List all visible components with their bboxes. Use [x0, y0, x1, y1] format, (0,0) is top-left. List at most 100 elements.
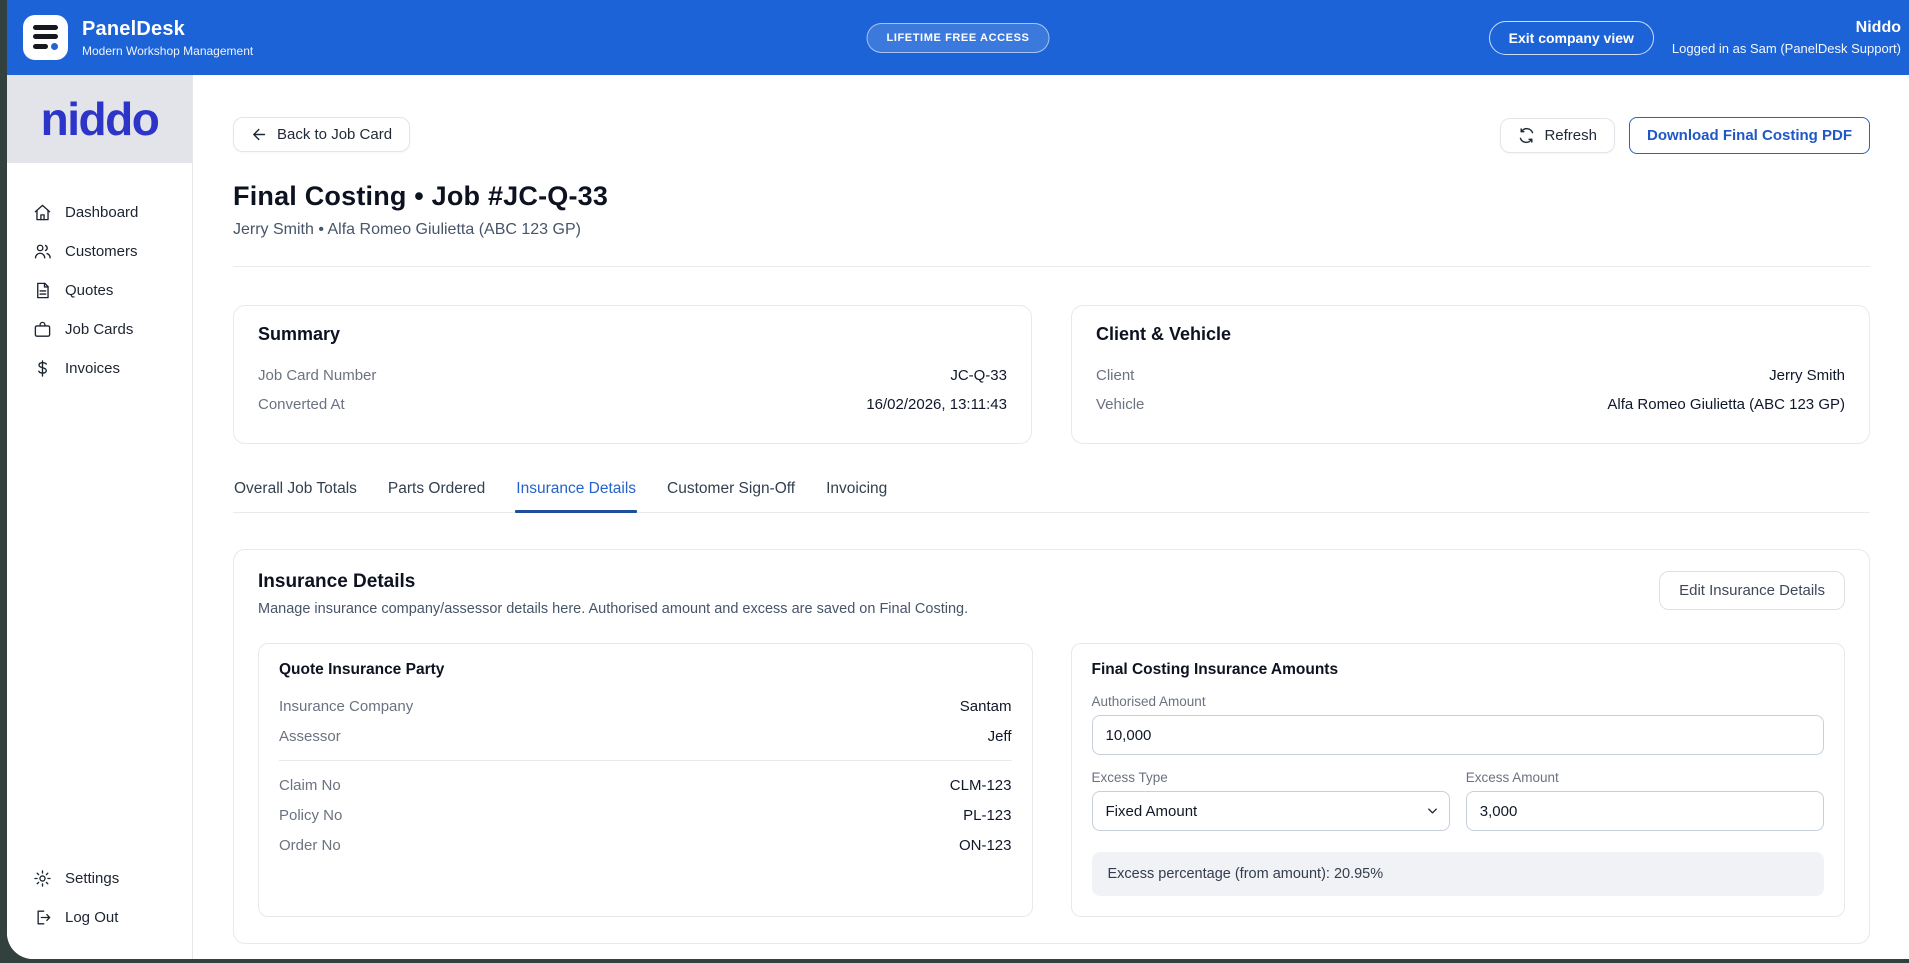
dollar-icon [33, 359, 52, 378]
summary-row-converted-at: Converted At 16/02/2026, 13:11:43 [258, 390, 1007, 419]
sidebar-item-label: Quotes [65, 282, 113, 299]
arrow-left-icon [251, 126, 268, 143]
claim-no-row: Claim No CLM-123 [279, 770, 1012, 800]
topbar: PanelDesk Modern Workshop Management LIF… [7, 0, 1909, 75]
excess-type-select[interactable]: Fixed Amount [1092, 791, 1450, 831]
client-row: Client Jerry Smith [1096, 361, 1845, 390]
niddo-wordmark: niddo [41, 96, 159, 142]
exit-company-view-button[interactable]: Exit company view [1489, 21, 1654, 55]
briefcase-icon [33, 320, 52, 339]
back-to-job-card-button[interactable]: Back to Job Card [233, 117, 410, 152]
summary-card-title: Summary [258, 324, 1007, 345]
tab-parts-ordered[interactable]: Parts Ordered [387, 478, 486, 512]
logged-in-as: Logged in as Sam (PanelDesk Support) [1672, 41, 1901, 57]
quote-insurance-party-card: Quote Insurance Party Insurance Company … [258, 643, 1033, 917]
excess-percentage-note: Excess percentage (from amount): 20.95% [1092, 852, 1825, 896]
excess-type-label: Excess Type [1092, 770, 1450, 785]
row-value: 16/02/2026, 13:11:43 [866, 396, 1007, 413]
row-value: Jeff [988, 728, 1012, 745]
users-icon [33, 242, 52, 261]
brand-tagline: Modern Workshop Management [82, 44, 253, 58]
sidebar: niddo Dashboard Customers Quotes Job Ca [7, 75, 193, 959]
document-icon [33, 281, 52, 300]
authorised-amount-label: Authorised Amount [1092, 694, 1825, 709]
row-label: Insurance Company [279, 698, 413, 715]
sidebar-item-label: Customers [65, 243, 138, 260]
row-value: Jerry Smith [1769, 367, 1845, 384]
app-window: PanelDesk Modern Workshop Management LIF… [7, 0, 1909, 959]
edit-insurance-details-button[interactable]: Edit Insurance Details [1659, 571, 1845, 610]
sidebar-item-dashboard[interactable]: Dashboard [7, 193, 192, 232]
row-label: Order No [279, 837, 341, 854]
sidebar-item-job-cards[interactable]: Job Cards [7, 310, 192, 349]
insurance-amounts-title: Final Costing Insurance Amounts [1092, 661, 1825, 679]
sidebar-item-settings[interactable]: Settings [7, 859, 192, 898]
excess-amount-label: Excess Amount [1466, 770, 1824, 785]
back-button-label: Back to Job Card [277, 126, 392, 143]
account-name: Niddo [1672, 18, 1901, 38]
sidebar-item-label: Log Out [65, 909, 118, 926]
sidebar-bottom-nav: Settings Log Out [7, 845, 192, 959]
row-label: Claim No [279, 777, 341, 794]
brand-name: PanelDesk [82, 18, 253, 41]
row-label: Converted At [258, 396, 345, 413]
sidebar-item-log-out[interactable]: Log Out [7, 898, 192, 937]
brand: PanelDesk Modern Workshop Management [23, 15, 253, 60]
row-label: Job Card Number [258, 367, 376, 384]
sidebar-item-label: Settings [65, 870, 119, 887]
row-value: CLM-123 [950, 777, 1012, 794]
row-label: Client [1096, 367, 1134, 384]
divider [233, 266, 1870, 267]
authorised-amount-input[interactable] [1092, 715, 1825, 755]
client-vehicle-card-title: Client & Vehicle [1096, 324, 1845, 345]
final-costing-insurance-amounts-card: Final Costing Insurance Amounts Authoris… [1071, 643, 1846, 917]
tab-overall-job-totals[interactable]: Overall Job Totals [233, 478, 358, 512]
row-value: JC-Q-33 [950, 367, 1007, 384]
sidebar-item-quotes[interactable]: Quotes [7, 271, 192, 310]
tab-insurance-details[interactable]: Insurance Details [515, 478, 637, 512]
assessor-row: Assessor Jeff [279, 721, 1012, 751]
sidebar-item-label: Invoices [65, 360, 120, 377]
row-value: Alfa Romeo Giulietta (ABC 123 GP) [1607, 396, 1845, 413]
row-value: ON-123 [959, 837, 1012, 854]
row-value: PL-123 [963, 807, 1011, 824]
refresh-button[interactable]: Refresh [1500, 118, 1615, 153]
insurance-section-description: Manage insurance company/assessor detail… [258, 601, 968, 617]
row-value: Santam [960, 698, 1012, 715]
policy-no-row: Policy No PL-123 [279, 800, 1012, 830]
excess-type-value: Fixed Amount [1106, 803, 1198, 820]
divider [279, 760, 1012, 761]
download-final-costing-pdf-button[interactable]: Download Final Costing PDF [1629, 117, 1870, 154]
summary-row-job-card-number: Job Card Number JC-Q-33 [258, 361, 1007, 390]
tab-invoicing[interactable]: Invoicing [825, 478, 888, 512]
insurance-section-title: Insurance Details [258, 571, 968, 593]
sidebar-item-invoices[interactable]: Invoices [7, 349, 192, 388]
insurance-company-row: Insurance Company Santam [279, 691, 1012, 721]
logout-icon [33, 908, 52, 927]
sidebar-item-label: Dashboard [65, 204, 138, 221]
home-icon [33, 203, 52, 222]
main-content: Back to Job Card Refresh Download Final … [193, 75, 1909, 959]
sidebar-item-label: Job Cards [65, 321, 133, 338]
excess-amount-input[interactable] [1466, 791, 1824, 831]
menu-icon[interactable] [23, 15, 68, 60]
refresh-icon [1518, 127, 1535, 144]
row-label: Vehicle [1096, 396, 1144, 413]
quote-insurance-party-title: Quote Insurance Party [279, 661, 1012, 679]
client-vehicle-card: Client & Vehicle Client Jerry Smith Vehi… [1071, 305, 1870, 444]
insurance-details-section: Insurance Details Manage insurance compa… [233, 549, 1870, 944]
refresh-button-label: Refresh [1544, 127, 1597, 144]
sidebar-nav: Dashboard Customers Quotes Job Cards Inv… [7, 163, 192, 845]
page-title: Final Costing • Job #JC-Q-33 [233, 181, 1870, 212]
sidebar-item-customers[interactable]: Customers [7, 232, 192, 271]
summary-card: Summary Job Card Number JC-Q-33 Converte… [233, 305, 1032, 444]
vehicle-row: Vehicle Alfa Romeo Giulietta (ABC 123 GP… [1096, 390, 1845, 419]
page-subtitle: Jerry Smith • Alfa Romeo Giulietta (ABC … [233, 221, 1870, 239]
tab-customer-sign-off[interactable]: Customer Sign-Off [666, 478, 796, 512]
sidebar-logo: niddo [7, 75, 192, 163]
row-label: Policy No [279, 807, 342, 824]
order-no-row: Order No ON-123 [279, 830, 1012, 860]
tab-bar: Overall Job Totals Parts Ordered Insuran… [233, 478, 1870, 513]
row-label: Assessor [279, 728, 341, 745]
gear-icon [33, 869, 52, 888]
